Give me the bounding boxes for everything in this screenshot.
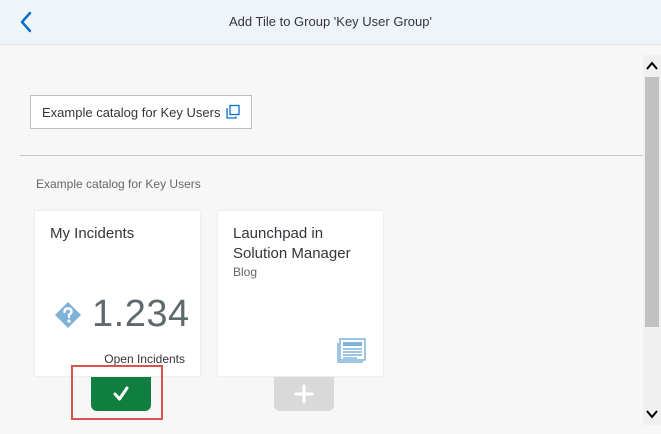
- catalog-select-value: Example catalog for Key Users: [42, 105, 220, 120]
- question-diamond-icon: [55, 302, 81, 328]
- tile-footer: Open Incidents: [104, 352, 185, 366]
- tile-my-incidents[interactable]: My Incidents 1.234 Open Incidents: [35, 211, 200, 376]
- scroll-down-button[interactable]: [643, 406, 661, 422]
- news-icon: [337, 338, 366, 363]
- app-window: Add Tile to Group 'Key User Group' Examp…: [0, 0, 661, 434]
- scroll-thumb[interactable]: [645, 77, 659, 327]
- vertical-scrollbar[interactable]: [643, 55, 661, 425]
- tile-title: My Incidents: [50, 225, 135, 242]
- catalog-select[interactable]: Example catalog for Key Users: [30, 95, 252, 129]
- selection-highlight: [71, 365, 163, 420]
- copy-icon: [226, 104, 240, 119]
- section-divider: [20, 155, 643, 156]
- main-content: Example catalog for Key Users Example ca…: [0, 45, 643, 434]
- page-title: Add Tile to Group 'Key User Group': [229, 14, 432, 29]
- tile-kpi-value: 1.234: [92, 293, 190, 335]
- chevron-down-icon: [646, 410, 658, 419]
- catalog-section-title: Example catalog for Key Users: [36, 177, 201, 191]
- tile-subtitle: Blog: [233, 265, 258, 279]
- tile-title: Launchpad in Solution Manager: [233, 225, 351, 262]
- chevron-up-icon: [646, 61, 658, 70]
- scroll-up-button[interactable]: [643, 58, 661, 74]
- header-bar: Add Tile to Group 'Key User Group': [0, 0, 661, 45]
- add-tile-button[interactable]: [274, 377, 334, 411]
- tile-launchpad-solution-manager[interactable]: Launchpad in Solution Manager Blog: [218, 211, 383, 376]
- plus-icon: [294, 384, 314, 404]
